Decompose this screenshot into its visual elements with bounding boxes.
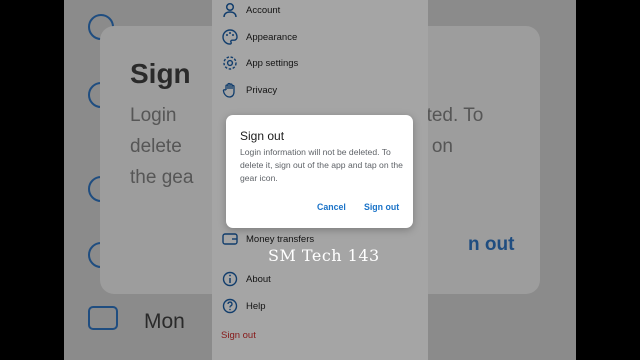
dialog-message: Login information will not be deleted. T… [240, 147, 403, 183]
dialog-title: Sign out [240, 129, 285, 143]
wallet-icon [88, 306, 118, 330]
background-dialog-title: Sign [130, 58, 191, 89]
sign-out-dialog: Sign out Login information will not be d… [226, 115, 413, 228]
watermark-text: SM Tech 143 [268, 246, 380, 265]
cancel-button[interactable]: Cancel [317, 202, 346, 212]
background-action: n out [468, 234, 515, 255]
background-last-item: Mon [144, 310, 185, 333]
confirm-sign-out-button[interactable]: Sign out [364, 202, 399, 212]
